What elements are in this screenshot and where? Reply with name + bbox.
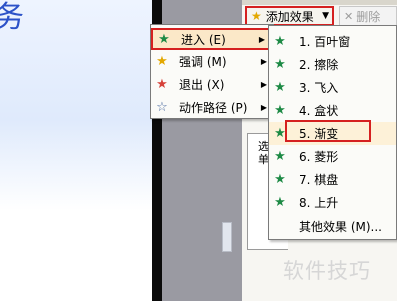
- effect-label: 其他效果 (M)...: [299, 220, 382, 234]
- star-yellow-icon: ★: [251, 9, 262, 23]
- delete-icon: ✕: [344, 9, 354, 23]
- chevron-down-icon: ▼: [322, 11, 329, 21]
- effect-label: 7. 棋盘: [299, 173, 339, 187]
- menu-item-label: 进入 (E): [181, 32, 226, 47]
- add-effect-label: 添加效果: [265, 9, 314, 24]
- star-red-icon: ★: [156, 76, 168, 92]
- menu-item-label: 退出 (X): [179, 77, 225, 92]
- effect-label: 6. 菱形: [299, 150, 339, 164]
- menu-item-label: 动作路径 (P): [179, 100, 248, 115]
- submenu-arrow-icon: ▶: [260, 79, 267, 89]
- star-outline-icon: ☆: [156, 99, 168, 115]
- effect-item-box[interactable]: ★ 4. 盒状: [269, 99, 396, 122]
- star-green-icon: ★: [274, 172, 286, 187]
- effect-label: 8. 上升: [299, 196, 339, 210]
- menu-item-motion-path[interactable]: ☆ 动作路径 (P) ▶: [151, 96, 273, 118]
- menu-item-entrance[interactable]: ★ 进入 (E) ▶: [151, 28, 273, 50]
- effect-category-menu: ★ 进入 (E) ▶ ★ 强调 (M) ▶ ★ 退出 (X) ▶ ☆ 动作路径 …: [150, 24, 274, 119]
- star-green-icon: ★: [274, 195, 286, 210]
- menu-item-exit[interactable]: ★ 退出 (X) ▶: [151, 73, 273, 95]
- watermark-text: 软件技巧: [283, 259, 371, 283]
- star-green-icon: ★: [274, 57, 286, 72]
- pane-header-strip: [242, 0, 397, 5]
- scrollbar-thumb[interactable]: [222, 222, 232, 252]
- effect-label: 1. 百叶窗: [299, 35, 351, 49]
- menu-item-label: 强调 (M): [179, 54, 227, 69]
- effect-item-diamond[interactable]: ★ 6. 菱形: [269, 145, 396, 168]
- effect-label: 4. 盒状: [299, 104, 339, 118]
- delete-button[interactable]: ✕ 删除: [339, 6, 397, 26]
- star-green-icon: ★: [274, 103, 286, 118]
- effect-item-wipe[interactable]: ★ 2. 擦除: [269, 53, 396, 76]
- effect-item-fly-in[interactable]: ★ 3. 飞入: [269, 76, 396, 99]
- star-green-icon: ★: [158, 31, 170, 47]
- star-green-icon: ★: [274, 80, 286, 95]
- submenu-arrow-icon: ▶: [260, 56, 267, 66]
- star-green-icon: ★: [274, 34, 286, 49]
- submenu-arrow-icon: ▶: [260, 102, 267, 112]
- effect-label: 3. 飞入: [299, 81, 339, 95]
- delete-label: 删除: [356, 9, 381, 24]
- effect-item-blinds[interactable]: ★ 1. 百叶窗: [269, 30, 396, 53]
- fade-highlight-frame: [285, 120, 371, 142]
- star-yellow-icon: ★: [156, 53, 168, 69]
- slide-title-fragment: 务: [0, 0, 24, 35]
- add-effect-button[interactable]: ★ 添加效果 ▼: [245, 6, 334, 26]
- effect-item-more-effects[interactable]: 其他效果 (M)...: [269, 215, 396, 238]
- effect-item-ascend[interactable]: ★ 8. 上升: [269, 191, 396, 214]
- menu-item-emphasis[interactable]: ★ 强调 (M) ▶: [151, 50, 273, 72]
- star-green-icon: ★: [274, 149, 286, 164]
- submenu-arrow-icon: ▶: [258, 34, 265, 44]
- effect-item-checkerboard[interactable]: ★ 7. 棋盘: [269, 168, 396, 191]
- slide-canvas: [0, 0, 152, 301]
- effect-label: 2. 擦除: [299, 58, 339, 72]
